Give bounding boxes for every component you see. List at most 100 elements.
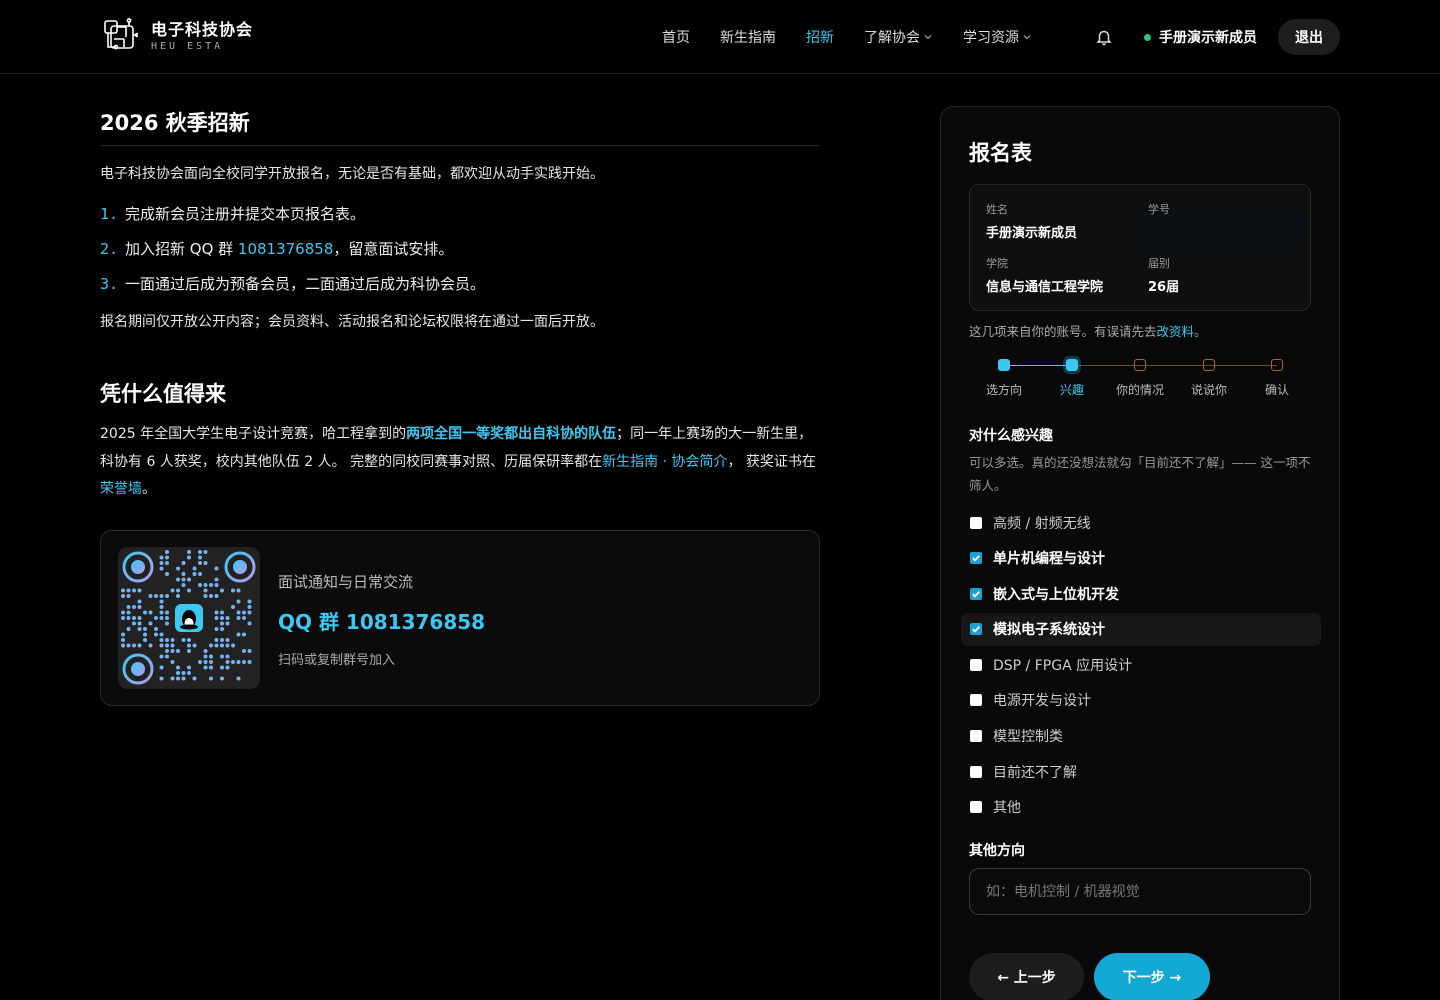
option-mcu[interactable]: 单片机编程与设计 (961, 542, 1321, 575)
list-item: 2. 加入招新 QQ 群 1081376858，留意面试安排。 (100, 238, 820, 260)
nav-recruit[interactable]: 招新 (806, 27, 834, 47)
checkbox[interactable] (970, 730, 982, 743)
checkbox[interactable] (970, 516, 982, 529)
interest-question-hint: 可以多选。真的还没想法就勾「目前还不了解」—— 这一项不筛人。 (969, 455, 1311, 493)
stepper-label-interest[interactable]: 兴趣 (1060, 381, 1084, 398)
stepper-line (1072, 365, 1277, 366)
qq-card-hint: 扫码或复制群号加入 (278, 653, 396, 668)
stepper-dot (1203, 359, 1215, 371)
main-nav: 首页 新生指南 招新 了解协会 学习资源 (662, 27, 1062, 47)
option-not-sure[interactable]: 目前还不了解 (961, 755, 1321, 788)
name-label: 姓名 (986, 203, 1008, 216)
grade-field: 届别 26届 (1148, 255, 1179, 295)
next-step-button[interactable]: 下一步 → (1094, 953, 1210, 1000)
stepper-line (1004, 365, 1072, 366)
checkbox[interactable] (970, 765, 982, 778)
interest-options: 高频 / 射频无线 单片机编程与设计 嵌入式与上位机开发 模拟电子系统设计 DS… (961, 506, 1321, 826)
step-text: 一面通过后成为预备会员，二面通过后成为科协会员。 (125, 275, 486, 293)
college-label: 学院 (986, 257, 1008, 270)
nav-about-label: 了解协会 (864, 30, 920, 46)
checkmark-icon (972, 590, 980, 598)
freshman-guide-link[interactable]: 新生指南 · 协会简介 (602, 454, 727, 470)
checkbox[interactable] (970, 623, 982, 636)
grade-label: 届别 (1148, 257, 1170, 270)
option-label: 电源开发与设计 (993, 693, 1091, 710)
option-label: 其他 (993, 800, 1021, 817)
form-stepper: 选方向 兴趣 你的情况 说说你 确认 (969, 357, 1311, 397)
option-rf-wireless[interactable]: 高频 / 射频无线 (961, 506, 1321, 539)
step-number: 3. (100, 275, 119, 293)
qq-card-caption: 面试通知与日常交流 (278, 573, 414, 591)
stepper-dot (1271, 359, 1283, 371)
other-direction-title: 其他方向 (969, 843, 1025, 859)
brand-subtitle: HEU ESTA (151, 40, 224, 52)
user-menu[interactable]: 手册演示新成员 (1144, 27, 1257, 47)
stepper-label-confirm: 确认 (1264, 383, 1290, 397)
checkmark-icon (972, 555, 980, 562)
college-value: 信息与通信工程学院 (986, 280, 1104, 295)
form-title: 报名表 (969, 141, 1032, 165)
step-text-post: ，留意面试安排。 (333, 240, 454, 258)
account-source-note-post: 。 (1194, 324, 1207, 339)
checkbox[interactable] (970, 694, 982, 707)
signup-form-panel: 报名表 姓名 手册演示新成员 学号 学院 信息与通信工程学院 届别 26届 这几… (940, 106, 1340, 1000)
option-label: 模拟电子系统设计 (993, 622, 1105, 639)
student-id-label: 学号 (1148, 203, 1170, 216)
option-label: 单片机编程与设计 (993, 551, 1105, 568)
checkbox[interactable] (970, 587, 982, 600)
other-direction-input[interactable] (969, 868, 1311, 915)
why-text-1: 2025 年全国大学生电子设计竞赛，哈工程拿到的 (100, 426, 407, 442)
qq-qr-code[interactable] (118, 547, 260, 689)
why-text-3: ， 获奖证书在 (727, 453, 816, 470)
option-label: 模型控制类 (993, 729, 1063, 746)
nav-freshman-guide-label: 新生指南 (720, 30, 776, 46)
step-number: 1. (100, 205, 119, 223)
interest-question-title: 对什么感兴趣 (969, 428, 1053, 444)
checkbox[interactable] (970, 552, 982, 565)
nav-home[interactable]: 首页 (662, 27, 690, 47)
qq-card-title[interactable]: QQ 群 1081376858 (278, 606, 485, 635)
list-item: 3. 一面通过后成为预备会员，二面通过后成为科协会员。 (100, 273, 820, 295)
intro-text: 电子科技协会面向全校同学开放报名，无论是否有基础，都欢迎从动手实践开始。 (100, 166, 604, 182)
qr-code-icon (118, 547, 260, 689)
option-other[interactable]: 其他 (961, 791, 1321, 824)
stepper-dot[interactable] (998, 359, 1010, 371)
nav-resources-label: 学习资源 (963, 30, 1019, 46)
stepper-dot (1134, 359, 1146, 371)
nav-freshman-guide[interactable]: 新生指南 (720, 27, 776, 47)
option-label: DSP / FPGA 应用设计 (993, 657, 1133, 674)
online-status-dot (1144, 33, 1151, 41)
stepper-label-situation: 你的情况 (1115, 383, 1165, 397)
nav-resources[interactable]: 学习资源 (963, 27, 1032, 47)
award-teams-link[interactable]: 两项全国一等奖都出自科协的队伍 (406, 426, 616, 442)
account-source-note-pre: 这几项来自你的账号。有误请先去 (969, 324, 1157, 339)
list-item: 1. 完成新会员注册并提交本页报名表。 (100, 203, 820, 225)
nav-about[interactable]: 了解协会 (864, 27, 933, 47)
checkbox[interactable] (970, 658, 982, 671)
option-model-control[interactable]: 模型控制类 (961, 720, 1321, 753)
checkmark-icon (972, 626, 980, 633)
bell-icon[interactable] (1095, 28, 1113, 46)
option-embedded[interactable]: 嵌入式与上位机开发 (961, 577, 1321, 610)
option-dsp-fpga[interactable]: DSP / FPGA 应用设计 (961, 648, 1321, 681)
step-text: 加入招新 QQ 群 1081376858，留意面试安排。 (125, 238, 453, 260)
honor-wall-link[interactable]: 荣誉墙 (100, 481, 142, 497)
option-analog[interactable]: 模拟电子系统设计 (961, 612, 1321, 646)
brand[interactable]: 电子科技协会 HEU ESTA (102, 17, 253, 55)
edit-profile-link[interactable]: 改资料 (1157, 324, 1195, 339)
stepper-dot-current[interactable] (1066, 359, 1078, 371)
college-field: 学院 信息与通信工程学院 (986, 255, 1103, 295)
step-text-pre: 加入招新 QQ 群 (125, 240, 238, 258)
logout-button[interactable]: 退出 (1278, 19, 1340, 55)
circuit-logo-icon (104, 18, 138, 50)
chevron-down-icon (924, 35, 932, 40)
qq-group-number[interactable]: 1081376858 (238, 240, 333, 258)
checkbox[interactable] (970, 801, 982, 814)
account-info-box: 姓名 手册演示新成员 学号 学院 信息与通信工程学院 届别 26届 (969, 184, 1311, 311)
option-power[interactable]: 电源开发与设计 (961, 684, 1321, 717)
grade-value: 26届 (1148, 280, 1180, 295)
qq-group-card: 面试通知与日常交流 QQ 群 1081376858 扫码或复制群号加入 (100, 530, 820, 706)
prev-step-button[interactable]: ← 上一步 (969, 953, 1084, 1000)
stepper-label-direction[interactable]: 选方向 (986, 381, 1022, 398)
chevron-down-icon (1023, 35, 1031, 40)
